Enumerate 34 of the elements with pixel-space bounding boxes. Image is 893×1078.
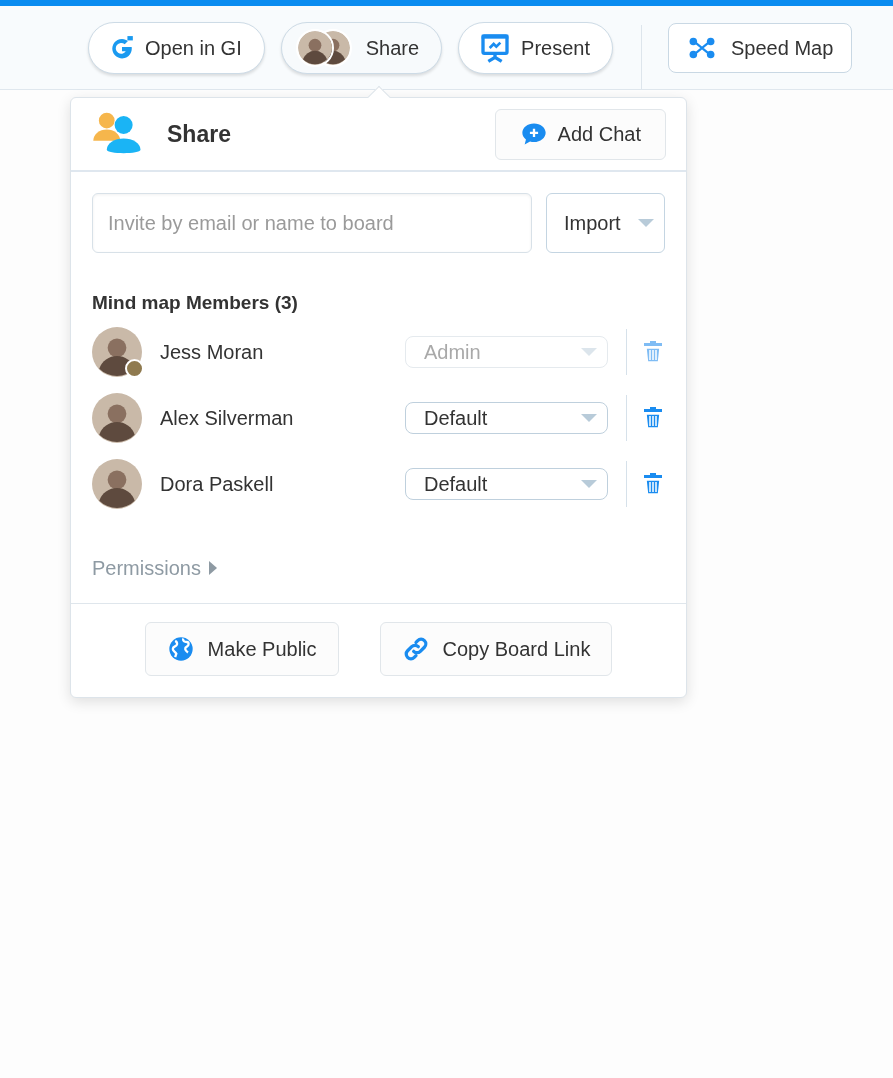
import-dropdown[interactable]: Import bbox=[546, 193, 665, 253]
trash-icon bbox=[641, 471, 665, 496]
trash-icon bbox=[641, 405, 665, 430]
avatar-icon bbox=[92, 326, 142, 377]
delete-button[interactable] bbox=[641, 339, 665, 364]
toolbar-button[interactable]: Share bbox=[280, 21, 443, 74]
footer-button[interactable]: Copy Board Link bbox=[379, 621, 613, 676]
caret-icon bbox=[581, 413, 597, 422]
member-name: Jess Moran bbox=[160, 339, 264, 365]
caret-icon bbox=[638, 219, 654, 227]
panel-title: Share bbox=[167, 119, 231, 149]
role-dropdown[interactable]: Default bbox=[405, 401, 608, 434]
trash-icon bbox=[641, 339, 665, 364]
avatar-icon bbox=[92, 458, 142, 509]
g-logo-icon bbox=[109, 34, 135, 61]
add-chat-button[interactable]: Add Chat bbox=[494, 108, 666, 160]
globe-icon bbox=[166, 634, 195, 663]
toolbar-button[interactable]: Open in GI bbox=[88, 21, 265, 74]
role-dropdown[interactable]: Default bbox=[405, 467, 608, 500]
footer-button[interactable]: Make Public bbox=[144, 621, 339, 676]
caret-icon bbox=[581, 347, 597, 356]
speed-map-button[interactable]: Speed Map bbox=[668, 22, 853, 73]
toolbar-button[interactable]: Present bbox=[458, 21, 614, 74]
member-name: Alex Silverman bbox=[160, 405, 294, 431]
section-heading: Mind map Members (3) bbox=[92, 291, 299, 315]
delete-button[interactable] bbox=[641, 471, 665, 496]
caret-icon bbox=[208, 560, 217, 575]
member-name: Dora Paskell bbox=[160, 471, 274, 497]
invite-field[interactable]: Invite by email or name to board bbox=[92, 193, 532, 253]
avatar-icon bbox=[92, 392, 142, 443]
avatar-icon bbox=[295, 28, 334, 67]
caret-icon bbox=[581, 479, 597, 488]
delete-button[interactable] bbox=[641, 405, 665, 430]
presentation-board-icon bbox=[479, 31, 512, 64]
